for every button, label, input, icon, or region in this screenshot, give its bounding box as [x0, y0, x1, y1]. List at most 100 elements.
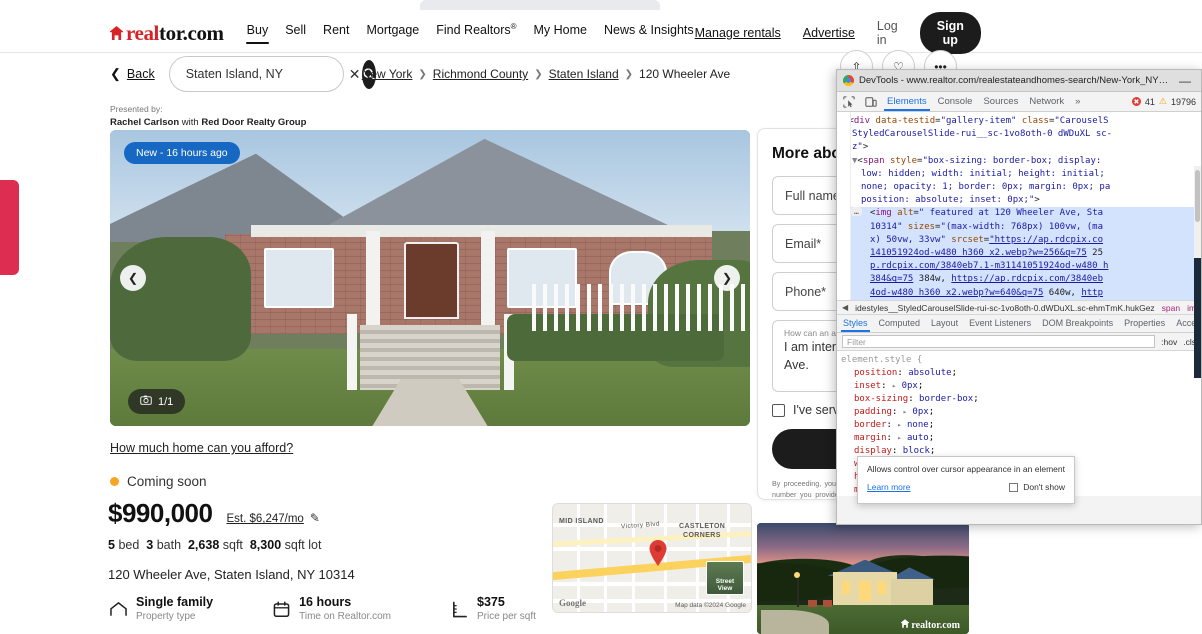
dont-show-row[interactable]: Don't show [1009, 482, 1065, 492]
device-toolbar-icon[interactable] [864, 96, 877, 108]
lot-label: sqft lot [284, 538, 322, 552]
css-declaration[interactable]: margin: ▸ auto; [841, 432, 1201, 445]
event-listeners-tab[interactable]: Event Listeners [969, 315, 1031, 332]
chevron-right-icon[interactable]: ❯ [714, 265, 740, 291]
devtools-tab-console[interactable]: Console [937, 93, 974, 111]
signup-button[interactable]: Sign up [919, 12, 981, 54]
scrollbar-thumb[interactable] [1195, 170, 1200, 222]
warning-icon: ⚠ [1158, 96, 1167, 106]
agent-line: Rachel Carlson with Red Door Realty Grou… [110, 116, 306, 131]
listing-address: 120 Wheeler Ave, Staten Island, NY 10314 [108, 567, 355, 582]
dom-tree-line[interactable]: z"> [837, 141, 1201, 154]
devtools-tab-more[interactable]: » [1074, 93, 1081, 111]
css-declaration[interactable]: position: absolute; [841, 367, 1201, 380]
breadcrumb-item-richmond-county[interactable]: Richmond County [433, 67, 528, 81]
nav-item-rent[interactable]: Rent [322, 20, 350, 46]
ruler-icon [449, 599, 469, 619]
dom-tree-line[interactable]: ▼<span style="box-sizing: border-box; di… [837, 155, 1201, 168]
photo-window [263, 248, 334, 308]
properties-tab[interactable]: Properties [1124, 315, 1165, 332]
feedback-side-tab[interactable] [0, 180, 19, 275]
sqft-value: 2,638 [187, 538, 220, 552]
with-word: with [179, 117, 202, 129]
login-link[interactable]: Log in [877, 19, 898, 47]
dom-breadcrumb-node[interactable]: span [1162, 303, 1180, 313]
dom-token: data-testid [870, 116, 936, 126]
dom-tree-line[interactable]: 141051924od-w480_h360_x2.webp?w=256&q=75… [837, 247, 1201, 261]
search-pill[interactable]: ✕ [168, 56, 377, 92]
computed-tab[interactable]: Computed [879, 315, 921, 332]
photo-front-door [404, 242, 459, 320]
dom-token: "gallery-item" [940, 116, 1017, 126]
kpi-value: Single family [136, 595, 214, 609]
devtools-issue-counts[interactable]: ✖ 41 ⚠ 19796 [1131, 96, 1196, 107]
close-x-icon[interactable]: ✕ [349, 66, 361, 83]
dom-tree-line[interactable]: x) 50vw, 33vw" srcset="https://ap.rdcpix… [837, 233, 1201, 248]
devtools-titlebar[interactable]: DevTools - www.realtor.com/realestateand… [837, 70, 1201, 92]
styles-filter-input[interactable]: Filter [842, 335, 1156, 348]
breadcrumb-item-staten-island[interactable]: Staten Island [549, 67, 619, 81]
home-icon [108, 599, 128, 619]
dom-tree-line[interactable]: StyledCarouselSlide-rui__sc-1vo8oth-0 dW… [837, 128, 1201, 141]
dom-tree-line[interactable]: ▼<div data-testid="gallery-item" class="… [837, 115, 1201, 128]
street-view-thumbnail[interactable]: Street View [706, 561, 744, 595]
status-badge: Coming soon [110, 474, 207, 489]
dom-breakpoints-tab[interactable]: DOM Breakpoints [1042, 315, 1113, 332]
nav-item-sell[interactable]: Sell [284, 20, 307, 46]
photo-counter[interactable]: 1/1 [128, 389, 186, 414]
css-declaration[interactable]: padding: ▸ 0px; [841, 406, 1201, 419]
advertise-link[interactable]: Advertise [803, 26, 855, 40]
nav-item-find-realtors[interactable]: Find Realtors® [435, 19, 517, 46]
back-button[interactable]: ❮ Back [110, 66, 155, 82]
listing-hero-photo[interactable]: New - 16 hours ago 1/1 ❮ ❯ [110, 130, 750, 426]
devtools-tab-sources[interactable]: Sources [982, 93, 1019, 111]
dom-tree-line[interactable]: <img alt=" featured at 120 Wheeler Ave, … [837, 207, 1201, 221]
breadcrumb-item-new-york[interactable]: New York [362, 67, 413, 81]
dom-breadcrumb-node[interactable]: idestyles__StyledCarouselSlide-rui-sc-1v… [855, 303, 1155, 313]
dom-tree-line[interactable]: 384&q=75 384w, https://ap.rdcpix.com/384… [837, 273, 1201, 287]
devtools-elements-tree[interactable]: ▼<div data-testid="gallery-item" class="… [837, 112, 1201, 300]
inspect-element-icon[interactable] [842, 95, 855, 108]
css-declaration[interactable]: box-sizing: border-box; [841, 393, 1201, 406]
css-declaration[interactable]: border: ▸ none; [841, 419, 1201, 432]
styles-tab[interactable]: Styles [841, 315, 870, 332]
dont-show-label: Don't show [1023, 482, 1065, 493]
error-count: 41 [1144, 96, 1155, 107]
nav-item-news-insights[interactable]: News & Insights [603, 20, 695, 46]
css-declaration[interactable]: inset: ▸ 0px; [841, 380, 1201, 393]
hov-toggle[interactable]: :hov [1161, 337, 1177, 347]
nav-item-mortgage[interactable]: Mortgage [365, 20, 420, 46]
site-header: real tor.com Buy Sell Rent Mortgage Find … [0, 12, 1202, 54]
collapsed-nodes-ellipsis[interactable]: … [851, 207, 862, 217]
estimated-payment-link[interactable]: Est. $6,247/mo [226, 513, 303, 525]
breadcrumb-scroll-left-icon[interactable]: ◀ [842, 303, 848, 312]
agent-name: Rachel Carlson [110, 117, 180, 129]
dom-tree-line[interactable]: 10314" sizes="(max-width: 768px) 100vw, … [837, 220, 1201, 234]
dont-show-checkbox[interactable] [1009, 482, 1019, 492]
manage-rentals-link[interactable]: Manage rentals [695, 26, 781, 40]
search-input[interactable] [183, 66, 349, 82]
css-rule-selector[interactable]: element.style { [841, 354, 1201, 367]
nav-item-my-home[interactable]: My Home [533, 20, 588, 46]
location-map[interactable]: MID ISLAND CASTLETON CORNERS Victory Blv… [552, 503, 752, 613]
dom-tree-line[interactable]: low: hidden; width: initial; height: ini… [837, 168, 1201, 181]
military-checkbox[interactable] [772, 403, 785, 417]
logo-text-real: real [126, 20, 159, 45]
affordability-link[interactable]: How much home can you afford? [110, 441, 293, 455]
warning-count: 19796 [1170, 96, 1196, 107]
layout-tab[interactable]: Layout [931, 315, 958, 332]
devtools-tab-elements[interactable]: Elements [884, 93, 930, 111]
dom-tree-line[interactable]: 4od-w480_h360_x2.webp?w=640&q=75 640w, h… [837, 286, 1201, 300]
chevron-left-icon[interactable]: ❮ [120, 265, 146, 291]
learn-more-link[interactable]: Learn more [867, 482, 910, 492]
promo-photo[interactable]: realtor.com [757, 523, 969, 634]
dom-tree-line[interactable]: none; opacity: 1; border: 0px; margin: 0… [837, 181, 1201, 194]
nav-item-buy[interactable]: Buy [245, 20, 270, 46]
minimize-button[interactable]: — [1175, 74, 1195, 88]
panel-edge-shadow [1194, 258, 1201, 378]
dom-tree-line[interactable]: p.rdcpix.com/3840eb7.1-m31141051924od-w4… [837, 260, 1201, 274]
realtor-logo[interactable]: real tor.com [110, 21, 224, 46]
devtools-tab-network[interactable]: Network [1028, 93, 1065, 111]
pencil-icon[interactable]: ✎ [310, 511, 320, 525]
dom-tree-line[interactable]: position: absolute; inset: 0px;"> [837, 194, 1201, 207]
